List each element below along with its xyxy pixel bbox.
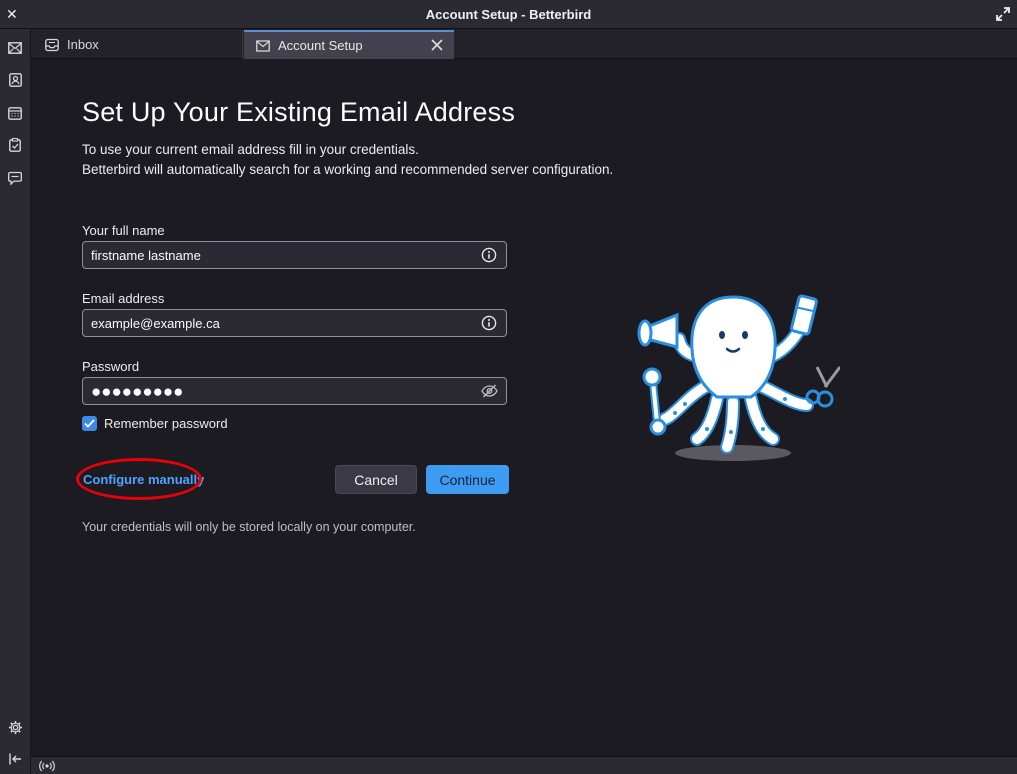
remember-password-label: Remember password xyxy=(104,416,228,431)
info-icon[interactable] xyxy=(480,314,498,332)
tab-inbox[interactable]: Inbox xyxy=(33,30,243,59)
remember-password-checkbox[interactable] xyxy=(82,416,97,431)
cancel-button[interactable]: Cancel xyxy=(335,465,417,494)
online-status-icon[interactable] xyxy=(39,759,55,773)
email-label: Email address xyxy=(82,291,165,306)
spaces-toolbar xyxy=(0,29,31,774)
password-value: ●●●●●●●●● xyxy=(91,381,184,401)
account-setup-envelope-icon xyxy=(256,39,270,52)
description-line-2: Betterbird will automatically search for… xyxy=(82,162,614,177)
eye-slash-icon[interactable] xyxy=(480,382,498,400)
window-close-button[interactable]: ✕ xyxy=(6,5,20,23)
mail-icon[interactable] xyxy=(6,39,24,57)
chat-icon[interactable] xyxy=(6,169,24,187)
full-name-label: Your full name xyxy=(82,223,165,238)
calendar-icon[interactable] xyxy=(6,104,24,122)
address-book-icon[interactable] xyxy=(6,71,24,89)
full-name-value: firstname lastname xyxy=(91,247,201,263)
tab-account-setup[interactable]: Account Setup xyxy=(244,30,454,59)
window-title: Account Setup - Betterbird xyxy=(425,6,592,22)
page-description: To use your current email address fill i… xyxy=(82,140,613,180)
window-titlebar: ✕ Account Setup - Betterbird xyxy=(0,0,1017,29)
email-value: example@example.ca xyxy=(91,315,220,331)
info-icon[interactable] xyxy=(480,246,498,264)
description-line-1: To use your current email address fill i… xyxy=(82,142,419,157)
password-input[interactable]: ●●●●●●●●● xyxy=(82,377,507,405)
tab-strip: Inbox Account Setup xyxy=(31,29,1017,59)
settings-gear-icon[interactable] xyxy=(6,718,24,736)
tasks-icon[interactable] xyxy=(6,136,24,154)
octopus-mascot-illustration xyxy=(637,294,840,461)
full-name-input[interactable]: firstname lastname xyxy=(82,241,507,269)
tab-account-setup-label: Account Setup xyxy=(278,38,363,53)
close-tab-icon[interactable] xyxy=(430,38,444,52)
password-label: Password xyxy=(82,359,140,374)
remember-password-row[interactable]: Remember password xyxy=(82,416,228,431)
account-setup-page: Set Up Your Existing Email Address To us… xyxy=(31,59,1017,756)
tab-inbox-label: Inbox xyxy=(67,37,99,52)
credentials-footnote: Your credentials will only be stored loc… xyxy=(82,520,416,534)
page-title: Set Up Your Existing Email Address xyxy=(82,97,516,127)
collapse-toolbar-icon[interactable] xyxy=(6,750,24,768)
maximize-icon[interactable] xyxy=(995,6,1011,22)
status-bar xyxy=(31,756,1017,774)
continue-button[interactable]: Continue xyxy=(426,465,509,494)
email-input[interactable]: example@example.ca xyxy=(82,309,507,337)
annotation-highlight-ellipse xyxy=(76,458,202,500)
inbox-tray-icon xyxy=(45,38,59,51)
